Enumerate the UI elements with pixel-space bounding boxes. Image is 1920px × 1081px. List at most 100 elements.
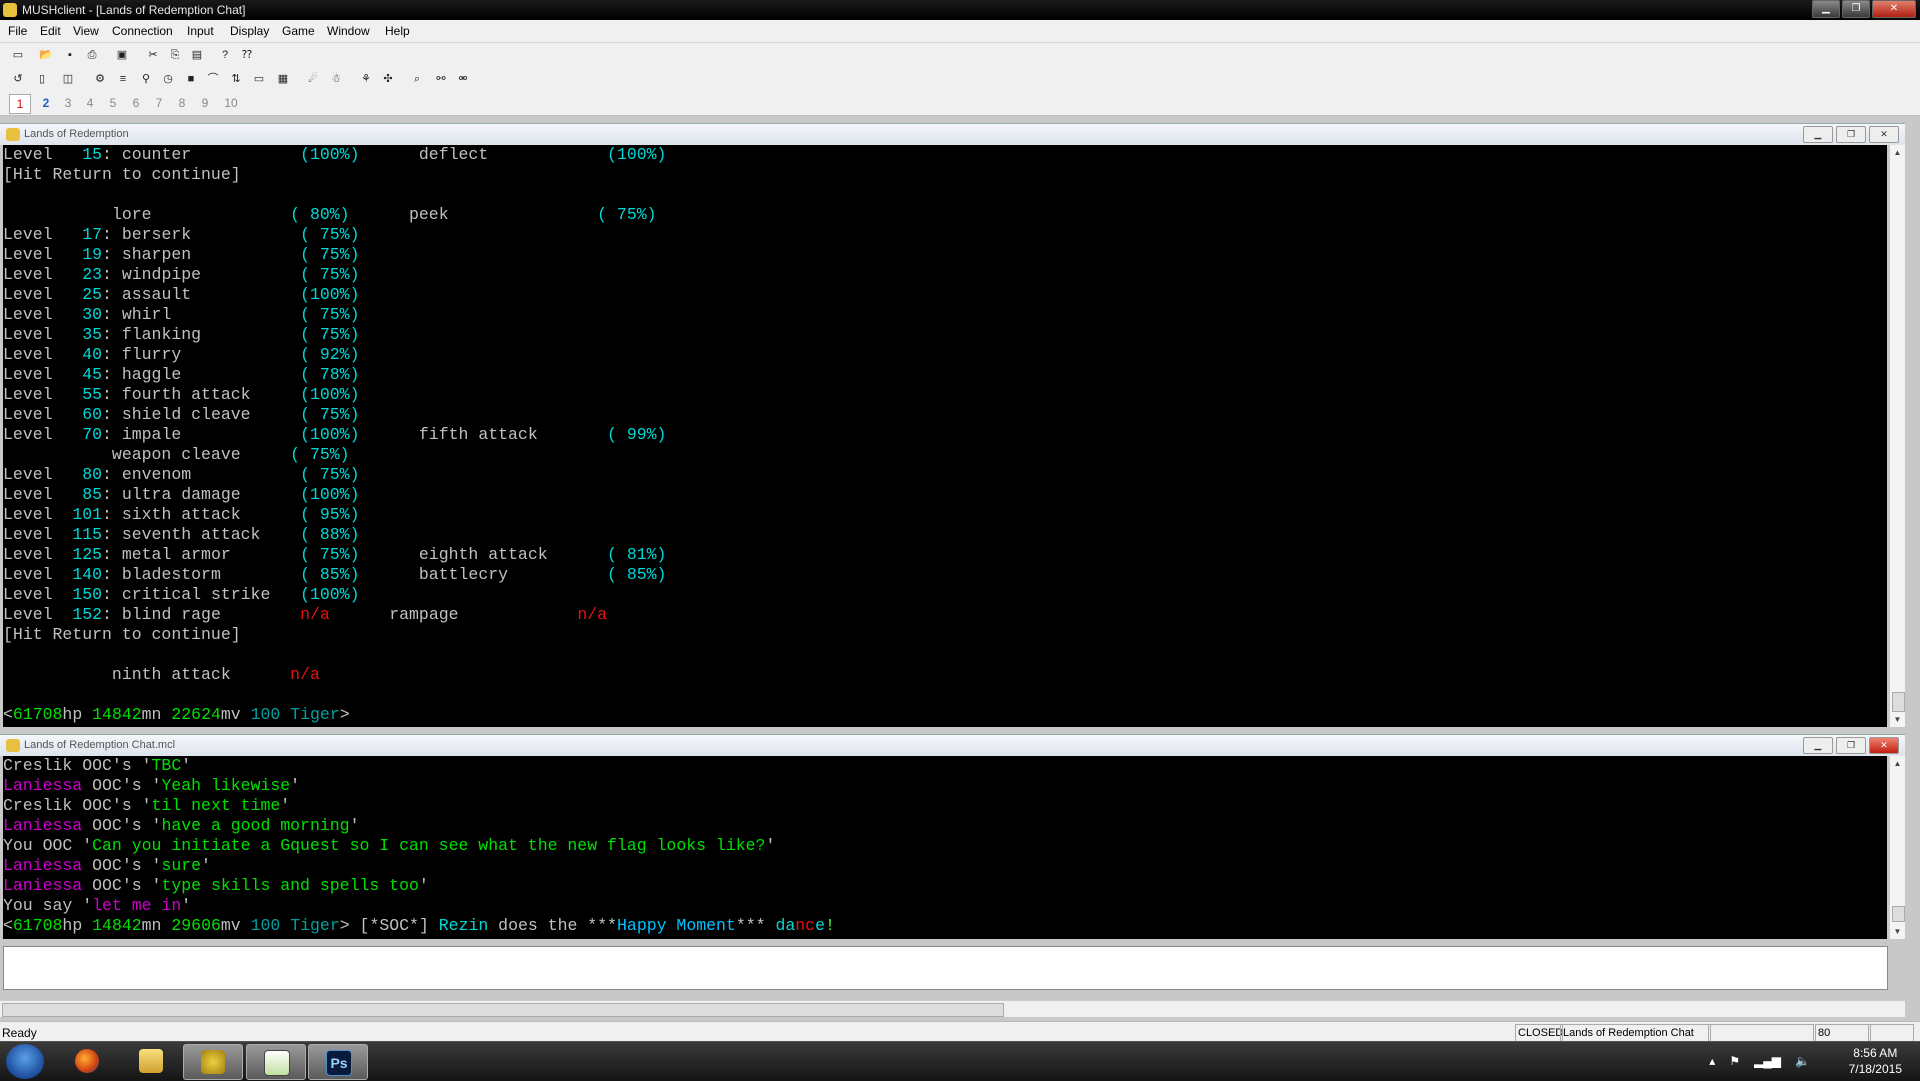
undo-icon[interactable]: ↺ [10, 71, 26, 87]
tab-5[interactable]: 5 [103, 94, 123, 112]
main-restore-button[interactable]: ❐ [1836, 126, 1866, 143]
sort-icon[interactable]: ⇅ [228, 71, 244, 87]
minimize-button[interactable]: ▁ [1812, 0, 1840, 18]
main-output-line: [Hit Return to continue] [3, 165, 1887, 185]
main-output-line: weapon cleave ( 75%) [3, 445, 1887, 465]
scroll-up-icon[interactable]: ▲ [1890, 145, 1905, 160]
cut-icon[interactable]: ✂ [145, 47, 161, 63]
chat-minimize-button[interactable]: ▁ [1803, 737, 1833, 754]
network-icon[interactable]: ▂▄▆ [1754, 1054, 1781, 1068]
tab-10[interactable]: 10 [218, 94, 244, 112]
tab-7[interactable]: 7 [149, 94, 169, 112]
horizontal-scroll-thumb[interactable] [2, 1003, 1004, 1017]
variables-icon[interactable]: ✣ [380, 71, 396, 87]
volume-icon[interactable]: 🔈 [1795, 1054, 1810, 1068]
context-help-icon[interactable]: ⁇ [239, 47, 255, 63]
main-window-title: Lands of Redemption [24, 128, 129, 140]
menu-window[interactable]: Window [327, 24, 370, 38]
new-world-icon[interactable]: ▭ [10, 47, 26, 63]
copy-icon[interactable]: ⎘ [167, 47, 183, 63]
chat-output-pane[interactable]: Creslik OOC's 'TBC' Laniessa OOC's 'Yeah … [3, 756, 1887, 939]
command-input[interactable] [3, 946, 1888, 990]
table-icon[interactable]: ▦ [275, 71, 291, 87]
mapper-icon[interactable]: ◫ [60, 71, 76, 87]
notes-icon[interactable]: ▯ [34, 71, 50, 87]
output-text: 152 [72, 605, 103, 624]
save-icon[interactable]: ▪ [62, 47, 78, 63]
chat-scroll-down-icon[interactable]: ▼ [1890, 924, 1905, 939]
status-ready-text: Ready [2, 1026, 37, 1040]
main-output-scrollbar[interactable]: ▲ ▼ [1889, 145, 1905, 727]
menu-game[interactable]: Game [282, 24, 315, 38]
main-scroll-thumb[interactable] [1892, 692, 1905, 712]
menu-view[interactable]: View [73, 24, 99, 38]
menu-edit[interactable]: Edit [40, 24, 61, 38]
menu-help[interactable]: Help [385, 24, 410, 38]
window-icon[interactable]: ▭ [251, 71, 267, 87]
firefox-icon [75, 1049, 99, 1073]
close-button[interactable]: ✕ [1872, 0, 1916, 18]
output-text: mn [141, 916, 172, 935]
restore-button[interactable]: ❐ [1842, 0, 1870, 18]
menu-file[interactable]: File [8, 24, 27, 38]
paste-icon[interactable]: ▤ [189, 47, 205, 63]
clock[interactable]: 8:56 AM 7/18/2015 [1849, 1045, 1902, 1077]
replace-icon[interactable]: ⚮ [455, 71, 471, 87]
main-output-line: Level 23: windpipe ( 75%) [3, 265, 1887, 285]
menu-input[interactable]: Input [187, 24, 214, 38]
chat-scroll-thumb[interactable] [1892, 906, 1905, 922]
output-text: Level [3, 585, 73, 604]
flag-icon[interactable]: ⚑ [1729, 1054, 1740, 1068]
world-settings-icon[interactable]: ⚙ [92, 71, 108, 87]
tab-8[interactable]: 8 [172, 94, 192, 112]
start-button[interactable] [6, 1044, 44, 1079]
find-icon[interactable]: ⌕ [409, 71, 425, 87]
chat-close-button[interactable]: ✕ [1869, 737, 1899, 754]
taskbar-mushclient[interactable] [183, 1044, 243, 1080]
show-hidden-icons-icon[interactable]: ▴ [1709, 1054, 1715, 1068]
main-output-pane[interactable]: Level 15: counter (100%) deflect (100%)[… [3, 145, 1887, 727]
list-icon[interactable]: ≡ [115, 71, 131, 87]
horizontal-scrollbar[interactable] [0, 1000, 1905, 1017]
triggers-icon[interactable]: ☄ [305, 71, 321, 87]
output-text: OOC's ' [82, 856, 162, 875]
taskbar-notepad[interactable] [246, 1044, 306, 1080]
taskbar-photoshop[interactable]: Ps [308, 1044, 368, 1080]
chat-restore-button[interactable]: ❐ [1836, 737, 1866, 754]
output-text: Level [3, 545, 73, 564]
aliases-icon[interactable]: ☃ [328, 71, 344, 87]
help-icon[interactable]: ? [217, 47, 233, 63]
main-close-button[interactable]: ✕ [1869, 126, 1899, 143]
scroll-down-icon[interactable]: ▼ [1890, 712, 1905, 727]
taskbar-explorer[interactable] [122, 1044, 180, 1078]
output-text: 125 [72, 545, 103, 564]
output-text: : counter [102, 145, 301, 164]
taskbar-firefox[interactable] [58, 1044, 116, 1078]
tab-4[interactable]: 4 [80, 94, 100, 112]
chat-output-scrollbar[interactable]: ▲ ▼ [1889, 756, 1905, 939]
connect-icon[interactable]: ⚲ [138, 71, 154, 87]
tab-6[interactable]: 6 [126, 94, 146, 112]
log-icon[interactable]: ⌒ [205, 71, 221, 87]
chat-scroll-up-icon[interactable]: ▲ [1890, 756, 1905, 771]
tab-1[interactable]: 1 [9, 94, 31, 114]
main-window-titlebar[interactable]: Lands of Redemption ▁ ❐ ✕ [0, 123, 1905, 145]
timer-icon[interactable]: ◷ [160, 71, 176, 87]
open-folder-icon[interactable]: 📂 [38, 47, 54, 63]
tab-9[interactable]: 9 [195, 94, 215, 112]
tab-3[interactable]: 3 [58, 94, 78, 112]
plugins-icon[interactable]: ⚘ [358, 71, 374, 87]
print-icon[interactable]: ⎙ [84, 47, 100, 63]
main-minimize-button[interactable]: ▁ [1803, 126, 1833, 143]
menu-display[interactable]: Display [230, 24, 269, 38]
chat-window-titlebar[interactable]: Lands of Redemption Chat.mcl ▁ ❐ ✕ [0, 734, 1905, 756]
activity-icon[interactable]: ■ [183, 71, 199, 87]
print-preview-icon[interactable]: ▣ [114, 47, 130, 63]
output-text: 15 [72, 145, 103, 164]
tab-2[interactable]: 2 [36, 94, 56, 112]
output-text: Level [3, 365, 73, 384]
output-text: : seventh attack [102, 525, 301, 544]
menu-connection[interactable]: Connection [112, 24, 173, 38]
output-text: < [3, 705, 13, 724]
find-again-icon[interactable]: ⚯ [433, 71, 449, 87]
